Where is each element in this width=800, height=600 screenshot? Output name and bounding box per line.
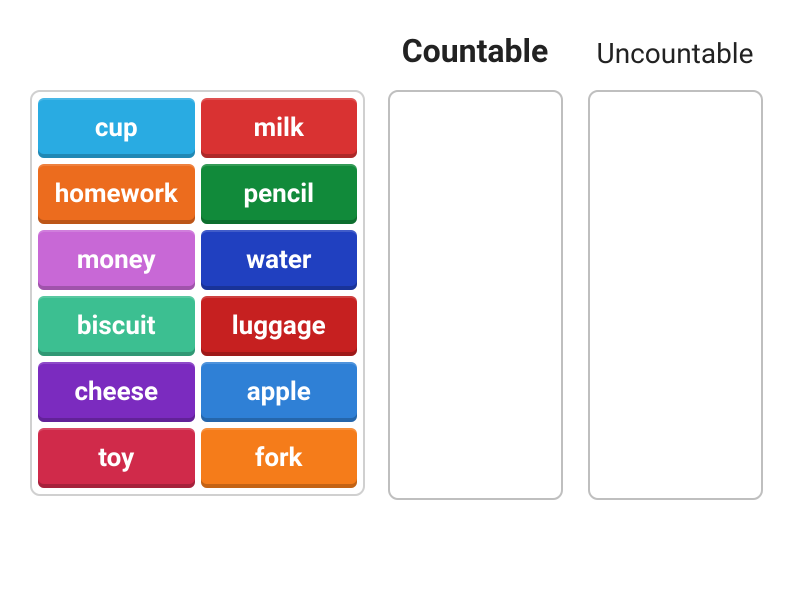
word-tile[interactable]: money <box>38 230 195 290</box>
drop-zone-uncountable[interactable] <box>588 90 763 500</box>
category-header-countable: Countable <box>402 20 549 76</box>
drop-zone-countable[interactable] <box>388 90 563 500</box>
word-tile[interactable]: homework <box>38 164 195 224</box>
word-tile[interactable]: biscuit <box>38 296 195 356</box>
drop-column-countable: Countable <box>385 20 565 500</box>
word-tile[interactable]: cup <box>38 98 195 158</box>
word-tile[interactable]: water <box>201 230 358 290</box>
drop-column-uncountable: Uncountable <box>585 20 765 500</box>
game-container: cup milk homework pencil money water bis… <box>0 0 800 520</box>
word-tile[interactable]: milk <box>201 98 358 158</box>
tile-panel: cup milk homework pencil money water bis… <box>30 90 365 496</box>
word-tile[interactable]: toy <box>38 428 195 488</box>
word-tile[interactable]: fork <box>201 428 358 488</box>
word-tile[interactable]: luggage <box>201 296 358 356</box>
word-tile[interactable]: apple <box>201 362 358 422</box>
drop-area: Countable Uncountable <box>385 20 770 500</box>
word-tile[interactable]: pencil <box>201 164 358 224</box>
category-header-uncountable: Uncountable <box>597 20 754 76</box>
tile-grid: cup milk homework pencil money water bis… <box>38 98 357 488</box>
word-tile[interactable]: cheese <box>38 362 195 422</box>
